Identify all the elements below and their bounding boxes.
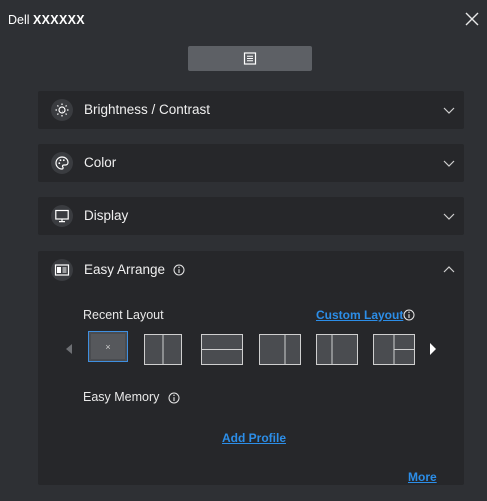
layout-tile-two-columns[interactable] xyxy=(144,334,182,365)
brightness-contrast-label: Brightness / Contrast xyxy=(84,102,211,117)
title-bar: Dell XXXXXX xyxy=(0,0,487,40)
window-layout-icon xyxy=(54,264,70,276)
brightness-icon-badge xyxy=(51,99,73,121)
menu-list-icon xyxy=(243,52,257,65)
layout-tile-two-columns-wide-right[interactable] xyxy=(259,334,301,365)
easy-memory-label-text: Easy Memory xyxy=(83,390,160,404)
title-model: XXXXXX xyxy=(33,13,85,27)
close-icon xyxy=(465,12,479,26)
easy-memory-label: Easy Memory xyxy=(83,390,180,404)
chevron-down-icon xyxy=(443,213,455,220)
color-icon-badge xyxy=(51,152,73,174)
triangle-left-icon xyxy=(66,344,72,354)
easy-arrange-label: Easy Arrange xyxy=(84,262,185,277)
brightness-contrast-header[interactable]: Brightness / Contrast xyxy=(38,91,464,129)
scroll-right-button[interactable] xyxy=(429,342,437,356)
window-title: Dell XXXXXX xyxy=(8,13,85,27)
sun-icon xyxy=(55,103,69,117)
layout-tile-none-inner: × xyxy=(91,334,125,359)
display-icon-badge xyxy=(51,205,73,227)
easy-arrange-header[interactable]: Easy Arrange xyxy=(38,251,464,289)
chevron-up-icon xyxy=(443,266,455,273)
easy-arrange-icon-badge xyxy=(51,259,73,281)
layout-tile-none-x: × xyxy=(105,341,111,352)
layout-tile-left-plus-two-right[interactable] xyxy=(373,334,415,365)
layout-tile-two-columns-wide-left[interactable] xyxy=(316,334,358,365)
color-label: Color xyxy=(84,155,117,170)
info-icon[interactable] xyxy=(173,264,185,276)
brightness-contrast-panel: Brightness / Contrast xyxy=(38,91,464,129)
display-panel: Display xyxy=(38,197,464,235)
custom-layout-link[interactable]: Custom Layout xyxy=(316,308,403,322)
dell-display-manager-window: Dell XXXXXX Brightness / Contrast Color … xyxy=(0,0,487,501)
display-header[interactable]: Display xyxy=(38,197,464,235)
layout-tile-none[interactable]: × xyxy=(88,331,128,362)
recent-layout-label: Recent Layout xyxy=(83,308,164,322)
more-link[interactable]: More xyxy=(408,470,437,484)
close-button[interactable] xyxy=(461,8,483,30)
easy-arrange-panel: Easy Arrange Recent Layout Custom Layout xyxy=(38,251,464,485)
info-icon[interactable] xyxy=(403,309,415,321)
menu-button[interactable] xyxy=(188,46,312,71)
scroll-left-button[interactable] xyxy=(65,343,73,355)
chevron-down-icon xyxy=(443,160,455,167)
title-brand: Dell xyxy=(8,13,30,27)
palette-icon xyxy=(55,156,69,170)
easy-arrange-label-text: Easy Arrange xyxy=(84,262,166,277)
add-profile-link[interactable]: Add Profile xyxy=(222,431,286,445)
display-label: Display xyxy=(84,208,129,223)
monitor-icon xyxy=(55,209,69,223)
chevron-down-icon xyxy=(443,107,455,114)
triangle-right-icon xyxy=(430,343,436,355)
info-icon[interactable] xyxy=(168,392,180,404)
color-panel: Color xyxy=(38,144,464,182)
layout-tile-two-rows[interactable] xyxy=(201,334,243,365)
color-header[interactable]: Color xyxy=(38,144,464,182)
